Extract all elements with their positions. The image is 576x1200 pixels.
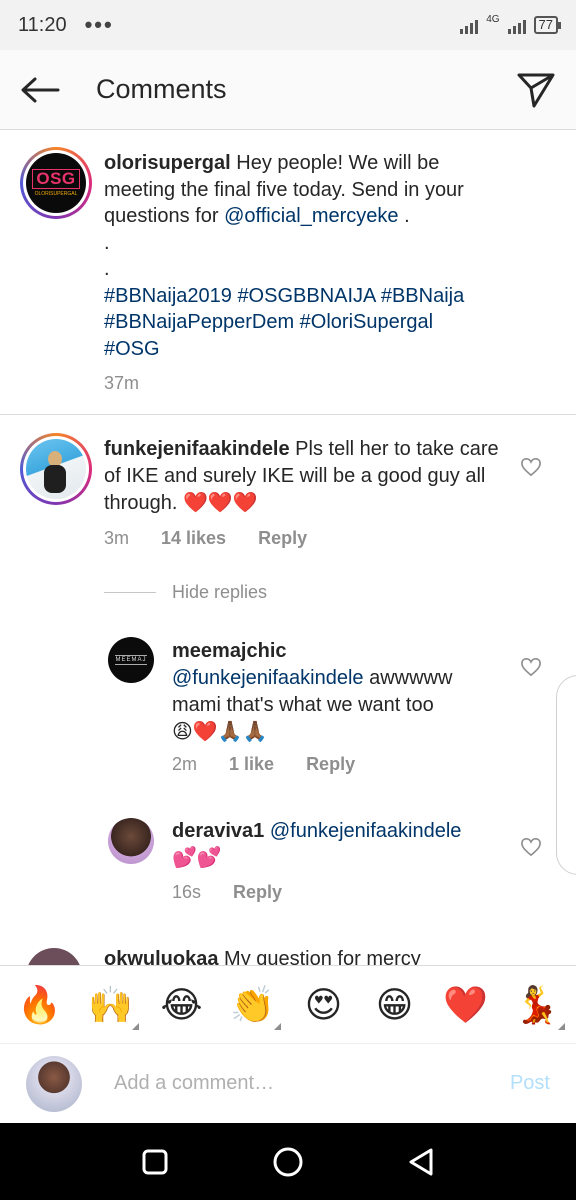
heart-eyes-emoji-button[interactable]: 😍 [296, 984, 352, 1026]
reply-time: 16s [172, 882, 202, 902]
hide-replies-toggle[interactable]: Hide replies [104, 582, 267, 603]
comment-input[interactable] [114, 1072, 474, 1095]
hashtag[interactable]: #BBNaija [381, 285, 464, 307]
reply-avatar[interactable]: MEEMAJ [108, 637, 154, 683]
status-icons: 4G 77 [460, 14, 562, 34]
home-circle-icon[interactable] [272, 1146, 304, 1178]
osg-logo: OSG [32, 169, 80, 189]
comment-composer: Post [0, 1043, 576, 1123]
avatar-photo [26, 439, 86, 499]
hide-replies-line [104, 592, 156, 593]
network-type: 4G [486, 14, 500, 25]
battery-icon: 77 [533, 16, 562, 34]
reply-username[interactable]: meemajchic [172, 640, 287, 662]
comment-body: okwuluokaa My question for mercy [104, 946, 524, 965]
back-button[interactable] [0, 50, 80, 130]
notification-dots: ••• [84, 12, 114, 37]
caption-text-end: . [398, 205, 410, 227]
caption-divider [0, 414, 576, 415]
comment-meta: 3m 14 likes Reply [104, 528, 307, 549]
hashtag[interactable]: #BBNaija2019 [104, 285, 232, 307]
reply-time: 2m [172, 754, 198, 774]
hashtag[interactable]: #OloriSupergal [300, 311, 433, 333]
comment-body: funkejenifaakindele Pls tell her to take… [104, 436, 504, 517]
post-caption: olorisupergal Hey people! We will be mee… [104, 150, 504, 362]
reply-body: deraviva1 @funkejenifaakindele 💕💕 [172, 818, 512, 872]
fire-emoji-button[interactable]: 🔥 [12, 984, 68, 1026]
caption-dot: . [104, 231, 110, 254]
reply-username[interactable]: deraviva1 [172, 820, 264, 842]
emoji-quick-bar: 🔥 🙌 😂 👏 😍 😁 ❤️ 💃 [0, 965, 576, 1043]
osg-logo-sub: OLORISUPERGAL [34, 191, 78, 197]
reply-avatar[interactable] [108, 818, 154, 864]
reply-likes[interactable]: 1 like [229, 754, 274, 775]
comment-text: My question for mercy [218, 948, 421, 965]
app-header: Comments [0, 50, 576, 130]
like-heart-icon[interactable] [520, 457, 542, 477]
reply-emoji: 😩❤️🙏🏾🙏🏾 [172, 721, 268, 743]
reply-emoji: 💕💕 [172, 847, 222, 869]
hashtag[interactable]: #OSGBBNAIJA [237, 285, 375, 307]
reply-button[interactable]: Reply [233, 882, 282, 903]
caption-time: 37m [104, 373, 140, 393]
caption-meta: 37m [104, 373, 139, 394]
comment-emoji: ❤️❤️❤️ [182, 492, 258, 514]
system-nav-bar [0, 1123, 576, 1200]
reply-meta: 2m 1 like Reply [172, 754, 355, 775]
back-triangle-icon[interactable] [407, 1147, 435, 1177]
meemaj-logo: MEEMAJ [115, 655, 147, 665]
like-heart-icon[interactable] [520, 837, 542, 857]
reply-button[interactable]: Reply [306, 754, 355, 775]
share-button[interactable] [496, 50, 576, 130]
grin-emoji-button[interactable]: 😁 [367, 984, 423, 1026]
caption-username[interactable]: olorisupergal [104, 152, 231, 174]
like-heart-icon[interactable] [520, 657, 542, 677]
comment-username[interactable]: okwuluokaa [104, 948, 218, 965]
reply-button[interactable]: Reply [258, 528, 307, 549]
back-arrow-icon [21, 77, 60, 102]
status-time: 11:20 [18, 13, 67, 36]
signal-icon [460, 16, 479, 34]
comment-avatar[interactable] [26, 948, 82, 965]
reply-mention[interactable]: @funkejenifaakindele [270, 820, 462, 842]
page-title: Comments [96, 74, 227, 104]
caption-avatar[interactable]: OSG OLORISUPERGAL [20, 147, 92, 219]
comment-avatar[interactable] [20, 433, 92, 505]
reply-mention[interactable]: @funkejenifaakindele [172, 667, 364, 689]
clapping-emoji-button[interactable]: 👏 [225, 984, 281, 1030]
tears-of-joy-emoji-button[interactable]: 😂 [154, 984, 210, 1026]
comment-likes[interactable]: 14 likes [161, 528, 226, 549]
user-avatar [26, 1055, 82, 1112]
scroll-handle[interactable] [556, 675, 576, 875]
status-bar: 11:20 ••• 4G 77 [0, 0, 576, 50]
recents-square-icon[interactable] [141, 1148, 169, 1176]
dancer-emoji-button[interactable]: 💃 [509, 984, 565, 1030]
hide-replies-label: Hide replies [172, 582, 268, 602]
raised-hands-emoji-button[interactable]: 🙌 [83, 984, 139, 1030]
red-heart-emoji-button[interactable]: ❤️ [438, 984, 494, 1026]
comment-username[interactable]: funkejenifaakindele [104, 438, 290, 460]
caption-mention[interactable]: @official_mercyeke [224, 205, 398, 227]
direct-send-icon [517, 73, 555, 107]
hashtag[interactable]: #BBNaijaPepperDem [104, 311, 294, 333]
comment-time: 3m [104, 528, 130, 548]
post-button[interactable]: Post [510, 1072, 550, 1095]
comments-list[interactable]: OSG OLORISUPERGAL olorisupergal Hey peop… [0, 130, 576, 965]
signal-icon-2 [507, 16, 526, 34]
reply-meta: 16s Reply [172, 882, 282, 903]
reply-body: meemajchic @funkejenifaakindele awwwww m… [172, 638, 502, 746]
hashtag[interactable]: #OSG [104, 338, 160, 360]
caption-dot: . [104, 258, 110, 280]
